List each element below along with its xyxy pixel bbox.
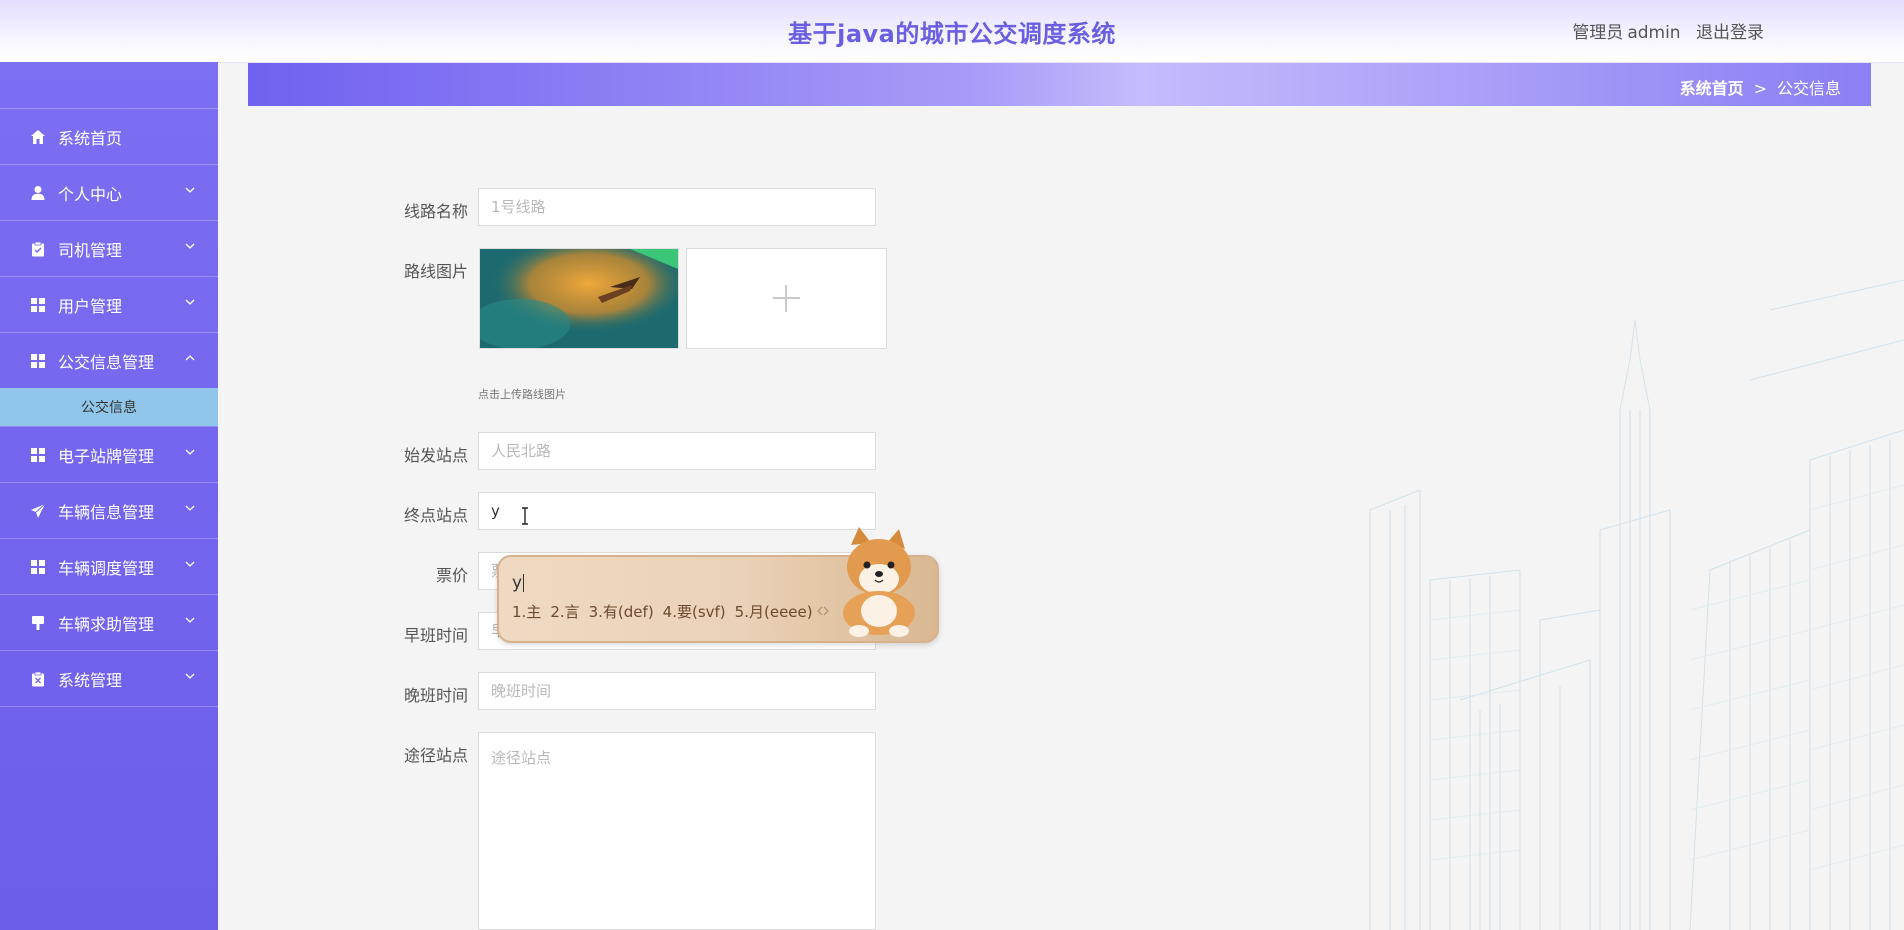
- sidebar-item-label: 系统首页: [58, 128, 123, 148]
- breadcrumb-separator: >: [1753, 79, 1767, 98]
- chevron-up-icon: [185, 355, 195, 361]
- ime-composition: y: [512, 573, 525, 593]
- morning-shift-label: 早班时间: [403, 626, 468, 645]
- ime-candidate[interactable]: 4.要(svf): [663, 603, 726, 621]
- sidebar-item-vehicle-dispatch-management[interactable]: 车辆调度管理: [0, 538, 218, 594]
- breadcrumb: 系统首页 > 公交信息: [1680, 75, 1841, 99]
- route-name-input[interactable]: [478, 188, 876, 226]
- chevron-down-icon: [185, 617, 195, 623]
- grid-icon: [31, 447, 45, 462]
- sidebar-item-label: 公交信息管理: [58, 352, 155, 372]
- home-icon: [31, 129, 45, 144]
- grid-icon: [31, 297, 45, 312]
- ime-caret: [523, 574, 525, 592]
- user-area: 管理员 admin 退出登录: [1562, 18, 1764, 43]
- ime-composition-text: y: [512, 573, 523, 593]
- sidebar-subitem-bus-info[interactable]: 公交信息: [0, 388, 218, 426]
- start-station-input[interactable]: [478, 432, 876, 470]
- logout-link[interactable]: 退出登录: [1696, 23, 1764, 43]
- shiba-dog-mascot: [843, 527, 915, 637]
- top-header: 基于java的城市公交调度系统 管理员 admin 退出登录: [0, 0, 1904, 63]
- sidebar: 系统首页 个人中心 司机管理 用户管理 公交信息管理 公交信息 电子站牌管理 车…: [0, 62, 218, 930]
- user-icon: [31, 185, 45, 200]
- ime-candidate-list: 1.主 2.言 3.有(def) 4.要(svf) 5.月(eeee): [512, 601, 822, 622]
- sidebar-menu: 系统首页 个人中心 司机管理 用户管理 公交信息管理 公交信息 电子站牌管理 车…: [0, 108, 218, 707]
- text-cursor-icon: [522, 507, 528, 525]
- chevron-down-icon: [185, 243, 195, 249]
- sidebar-item-label: 用户管理: [58, 296, 123, 316]
- sidebar-item-label: 电子站牌管理: [58, 446, 155, 466]
- sidebar-item-personal-center[interactable]: 个人中心: [0, 164, 218, 220]
- sidebar-item-label: 系统管理: [58, 670, 123, 690]
- fare-label: 票价: [435, 566, 468, 585]
- sidebar-item-bus-info-management[interactable]: 公交信息管理: [0, 332, 218, 388]
- stamp-icon: [32, 615, 44, 630]
- grid-icon: [31, 353, 45, 368]
- send-icon: [31, 503, 46, 518]
- clipboard-x-icon: [32, 671, 44, 686]
- sidebar-item-label: 车辆调度管理: [58, 558, 155, 578]
- city-skyline-illustration: [1369, 280, 1904, 930]
- chevron-down-icon: [185, 299, 195, 305]
- sidebar-item-system-management[interactable]: 系统管理: [0, 650, 218, 707]
- route-name-label: 线路名称: [403, 202, 468, 221]
- image-upload-button[interactable]: [686, 248, 887, 349]
- sidebar-item-home[interactable]: 系统首页: [0, 108, 218, 164]
- route-image-label: 路线图片: [403, 262, 468, 281]
- sidebar-item-label: 个人中心: [58, 184, 123, 204]
- route-image-thumbnail[interactable]: [479, 248, 679, 349]
- ime-candidate[interactable]: 1.主: [512, 603, 541, 621]
- via-stations-textarea[interactable]: [478, 732, 876, 930]
- sidebar-item-vehicle-info-management[interactable]: 车辆信息管理: [0, 482, 218, 538]
- ime-candidate[interactable]: 3.有(def): [589, 603, 654, 621]
- chevron-down-icon: [185, 187, 195, 193]
- end-station-label: 终点站点: [403, 506, 468, 525]
- start-station-label: 始发站点: [403, 446, 468, 465]
- ime-candidate-window: y 1.主 2.言 3.有(def) 4.要(svf) 5.月(eeee): [497, 527, 939, 643]
- sidebar-item-vehicle-help-management[interactable]: 车辆求助管理: [0, 594, 218, 650]
- landscape-image: [480, 249, 678, 348]
- breadcrumb-home[interactable]: 系统首页: [1680, 79, 1744, 98]
- chevron-down-icon: [185, 561, 195, 567]
- sidebar-item-label: 车辆求助管理: [58, 614, 155, 634]
- username: admin: [1627, 23, 1681, 43]
- sidebar-item-driver-management[interactable]: 司机管理: [0, 220, 218, 276]
- sidebar-item-e-stop-sign-management[interactable]: 电子站牌管理: [0, 426, 218, 482]
- user-role: 管理员: [1572, 23, 1624, 43]
- plus-icon-vertical: [785, 285, 787, 312]
- end-station-input[interactable]: [478, 492, 876, 530]
- ime-candidate[interactable]: 2.言: [550, 603, 579, 621]
- upload-hint: 点击上传路线图片: [478, 388, 566, 401]
- evening-shift-input[interactable]: [478, 672, 876, 710]
- chevron-down-icon: [185, 673, 195, 679]
- ime-candidate[interactable]: 5.月(eeee): [735, 603, 813, 621]
- evening-shift-label: 晚班时间: [403, 686, 468, 705]
- via-stations-label: 途径站点: [403, 746, 468, 765]
- chevron-down-icon: [185, 449, 195, 455]
- sidebar-item-label: 司机管理: [58, 240, 123, 260]
- chevron-down-icon: [185, 505, 195, 511]
- clipboard-icon: [32, 241, 44, 256]
- sidebar-item-user-management[interactable]: 用户管理: [0, 276, 218, 332]
- sidebar-item-label: 车辆信息管理: [58, 502, 155, 522]
- grid-icon: [31, 559, 45, 574]
- breadcrumb-bar: 系统首页 > 公交信息: [248, 63, 1871, 106]
- breadcrumb-current: 公交信息: [1776, 79, 1841, 98]
- page-arrows-icon[interactable]: [817, 605, 829, 617]
